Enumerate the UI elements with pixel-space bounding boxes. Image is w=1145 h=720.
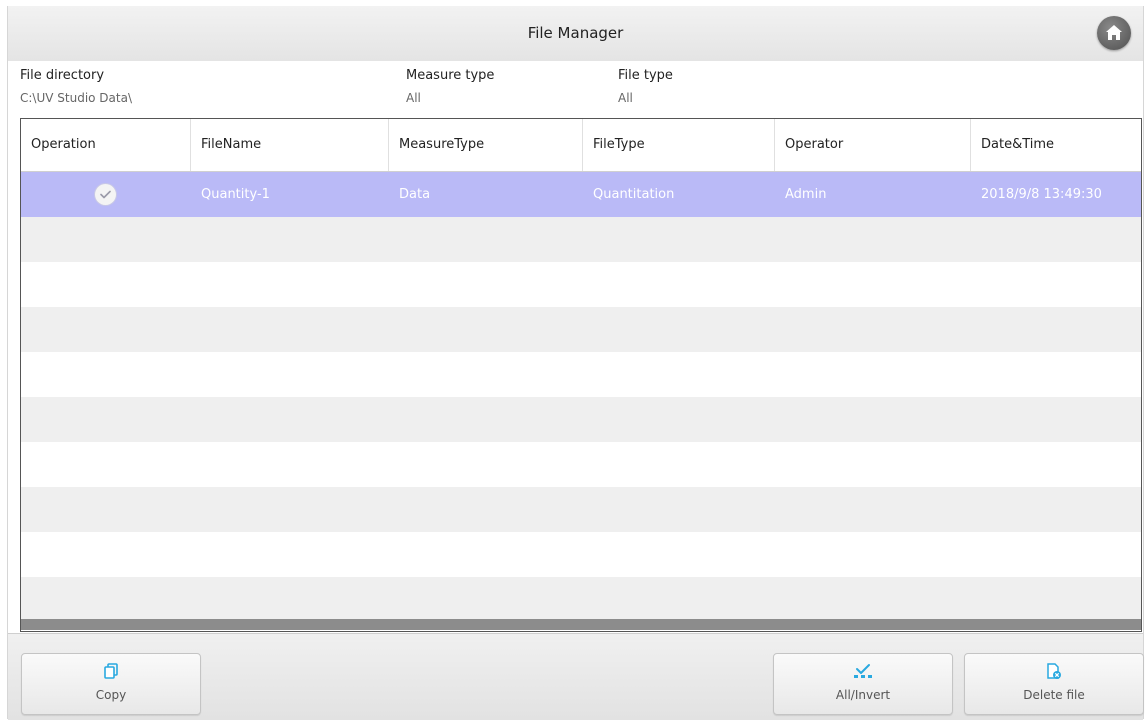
file-directory-label: File directory (20, 68, 105, 83)
home-icon (1106, 25, 1122, 40)
filename-cell: Quantity-1 (201, 187, 270, 202)
delete-file-button-label: Delete file (1023, 688, 1085, 702)
measure-type-label: Measure type (406, 68, 495, 83)
measure-type-value: All (406, 91, 421, 105)
copy-button[interactable]: Copy (21, 653, 201, 715)
operator-cell: Admin (785, 187, 827, 202)
action-bar: Copy All/Invert Delete file (8, 633, 1144, 720)
window-title: File Manager (527, 24, 624, 42)
operation-cell (21, 172, 191, 217)
table-row-empty (21, 307, 1141, 352)
table-row-empty (21, 442, 1141, 487)
table-row-empty (21, 532, 1141, 577)
column-header-operator[interactable]: Operator (775, 119, 971, 171)
table-row[interactable]: Quantity-1 Data Quantitation Admin 2018/… (21, 172, 1141, 217)
measure-type-filter[interactable]: Measure type All (406, 66, 494, 108)
select-all-icon (854, 664, 872, 678)
file-table: Operation FileName MeasureType FileType … (20, 118, 1142, 632)
check-icon (100, 190, 111, 199)
file-type-label: File type (618, 68, 673, 83)
column-header-datetime[interactable]: Date&Time (971, 119, 1141, 171)
title-bar: File Manager (8, 6, 1143, 62)
column-header-filetype[interactable]: FileType (583, 119, 775, 171)
datetime-cell: 2018/9/8 13:49:30 (981, 187, 1102, 202)
column-header-measuretype[interactable]: MeasureType (389, 119, 583, 171)
copy-icon (104, 663, 118, 679)
file-directory-value: C:\UV Studio Data\ (20, 91, 133, 105)
column-header-filename[interactable]: FileName (191, 119, 389, 171)
table-row-empty (21, 577, 1141, 622)
home-button[interactable] (1097, 16, 1131, 50)
table-row-empty (21, 352, 1141, 397)
file-type-filter[interactable]: File type All (618, 66, 673, 108)
delete-file-button[interactable]: Delete file (964, 653, 1144, 715)
file-type-value: All (618, 91, 633, 105)
table-row-empty (21, 217, 1141, 262)
file-directory-filter[interactable]: File directory C:\UV Studio Data\ (20, 66, 132, 108)
delete-file-icon (1047, 663, 1061, 679)
file-manager-window: File Manager File directory C:\UV Studio… (7, 6, 1144, 720)
table-row-empty (21, 487, 1141, 532)
horizontal-scrollbar[interactable] (21, 619, 1141, 630)
all-invert-button-label: All/Invert (835, 688, 891, 702)
table-header: Operation FileName MeasureType FileType … (21, 119, 1141, 172)
measuretype-cell: Data (399, 187, 431, 202)
copy-button-label: Copy (95, 688, 127, 702)
table-row-empty (21, 262, 1141, 307)
row-checkbox[interactable] (95, 184, 116, 205)
filter-bar: File directory C:\UV Studio Data\ Measur… (8, 61, 1143, 117)
filetype-cell: Quantitation (593, 187, 675, 202)
table-row-empty (21, 397, 1141, 442)
column-header-operation[interactable]: Operation (21, 119, 191, 171)
all-invert-button[interactable]: All/Invert (773, 653, 953, 715)
